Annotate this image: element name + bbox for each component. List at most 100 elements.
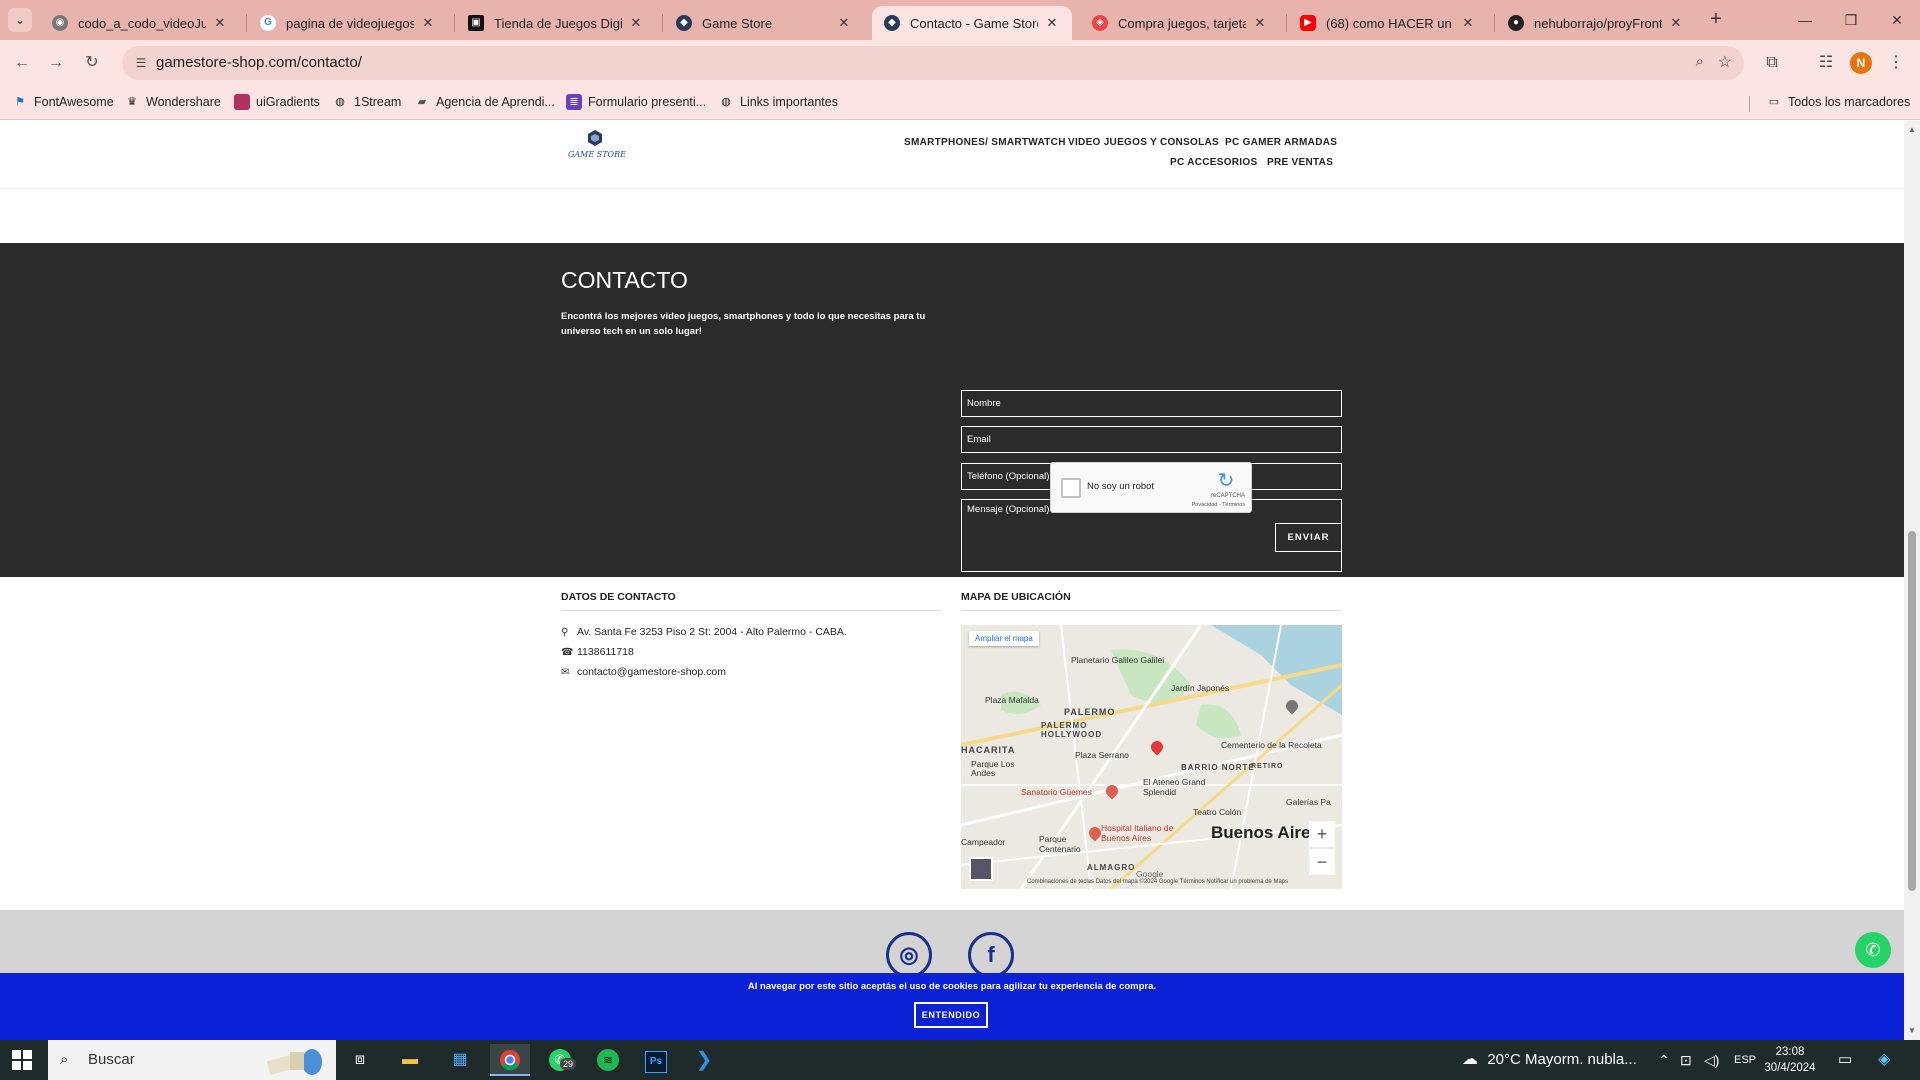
bookmark-fontawesome[interactable]: ⚑ FontAwesome	[12, 94, 114, 110]
satellite-toggle[interactable]	[969, 857, 993, 881]
name-field[interactable]: Nombre	[961, 390, 1342, 417]
close-icon[interactable]: ✕	[1668, 15, 1684, 31]
cookie-accept-button[interactable]: ENTENDIDO	[914, 1002, 988, 1028]
contact-description: Encontrá los mejores video juegos, smart…	[561, 311, 926, 337]
close-icon[interactable]: ✕	[836, 15, 852, 31]
new-tab-button[interactable]: +	[1704, 8, 1728, 32]
media-icon[interactable]: ☷	[1814, 51, 1838, 75]
gamestore-logo[interactable]: GAME STORE	[562, 129, 632, 163]
page-scrollbar[interactable]: ▲ ▼	[1904, 121, 1920, 1040]
bookmark-1stream[interactable]: ◍ 1Stream	[332, 94, 401, 110]
close-icon[interactable]: ✕	[1460, 15, 1476, 31]
scroll-up-icon[interactable]: ▲	[1908, 125, 1916, 134]
bookmark-uigradients[interactable]: uiGradients	[234, 94, 320, 110]
expand-map-link[interactable]: Ampliar el mapa	[969, 631, 1039, 646]
captcha-terms[interactable]: Privacidad - Términos	[1192, 502, 1245, 508]
close-icon[interactable]: ✕	[1044, 15, 1060, 31]
spotify-icon[interactable]: ≋	[588, 1044, 628, 1076]
whatsapp-icon[interactable]: ✆	[1855, 932, 1891, 968]
tab-1[interactable]: ◉ codo_a_codo_videoJuego ✕	[40, 6, 240, 40]
menu-icon[interactable]: ⋮	[1884, 51, 1908, 75]
bookmark-links[interactable]: ◍ Links importantes	[718, 94, 838, 110]
all-bookmarks[interactable]: ▭ Todos los marcadores	[1766, 94, 1910, 110]
clock[interactable]: 23:08 30/4/2024	[1752, 1044, 1828, 1076]
bookmark-wondershare[interactable]: ♛ Wondershare	[124, 94, 221, 110]
tab-6[interactable]: ◈ Compra juegos, tarjetas d ✕	[1080, 6, 1280, 40]
weather-widget[interactable]: ☁ 20°C Mayorm. nubla...	[1462, 1040, 1637, 1080]
address-bar[interactable]: ☰ gamestore-shop.com/contacto/ ⌕ ☆	[122, 46, 1744, 80]
contact-data-title: DATOS DE CONTACTO	[561, 591, 676, 603]
google-map[interactable]: Ampliar el mapa Planetario Galileo Galil…	[961, 625, 1342, 889]
captcha-checkbox[interactable]	[1061, 478, 1081, 498]
browser-toolbar: ← → ↻ ☰ gamestore-shop.com/contacto/ ⌕ ☆…	[0, 40, 1920, 86]
zoom-icon[interactable]: ⌕	[1696, 53, 1704, 70]
volume-icon[interactable]: ◁)	[1704, 1040, 1719, 1080]
nav-pre-ventas[interactable]: PRE VENTAS	[1267, 157, 1333, 168]
whatsapp-app-icon[interactable]: ✆ 29	[540, 1044, 580, 1076]
envelope-icon: ✉	[561, 666, 570, 678]
reload-icon[interactable]: ↻	[80, 51, 104, 75]
address-text: Av. Santa Fe 3253 Piso 2 St: 2004 - Alto…	[577, 626, 847, 638]
tab-title: pagina de videojuegos - E	[286, 15, 414, 31]
bookmark-formulario[interactable]: ≣ Formulario presenti...	[566, 94, 706, 110]
close-icon[interactable]: ✕	[1252, 15, 1268, 31]
profile-avatar[interactable]: N	[1850, 52, 1872, 74]
url-text[interactable]: gamestore-shop.com/contacto/	[156, 54, 362, 71]
vscode-icon[interactable]: ❯	[684, 1044, 724, 1076]
chevron-up-icon[interactable]: ⌃	[1658, 1040, 1670, 1080]
nav-pc-accesorios[interactable]: PC ACCESORIOS	[1170, 157, 1257, 168]
nav-smartphones[interactable]: SMARTPHONES/ SMARTWATCH	[904, 137, 1066, 148]
chrome-icon[interactable]	[490, 1044, 530, 1076]
tab-search-icon[interactable]: ⌄	[8, 8, 32, 32]
extensions-icon[interactable]: ⧉	[1760, 51, 1784, 75]
notification-badge: 29	[560, 1058, 577, 1070]
contact-section: CONTACTO Encontrá los mejores video jueg…	[0, 243, 1904, 577]
tab-3[interactable]: ▣ Tienda de Juegos Digitale ✕	[456, 6, 656, 40]
scroll-down-icon[interactable]: ▼	[1908, 1026, 1916, 1035]
window-close-icon[interactable]: ✕	[1874, 0, 1920, 40]
email-field[interactable]: Email	[961, 426, 1342, 453]
gradient-icon	[234, 94, 250, 110]
tab-8[interactable]: ● nehuborrajo/proyFront: p ✕	[1496, 6, 1696, 40]
close-icon[interactable]: ✕	[628, 15, 644, 31]
bookmark-star-icon[interactable]: ☆	[1718, 52, 1732, 72]
tab-4[interactable]: ◆ Game Store ✕	[664, 6, 864, 40]
date-text: 30/4/2024	[1764, 1062, 1816, 1074]
taskbar-search[interactable]: ⌕ Buscar	[48, 1040, 336, 1080]
map-label: Cementerio de la Recoleta	[1221, 740, 1322, 750]
windows-start-icon[interactable]	[12, 1050, 32, 1070]
restore-icon[interactable]: ❐	[1828, 0, 1874, 40]
scroll-thumb[interactable]	[1908, 531, 1916, 891]
map-label: Campeador	[961, 837, 1006, 847]
tab-title: codo_a_codo_videoJuego	[78, 15, 206, 31]
task-view-icon[interactable]: ⧈	[340, 1044, 380, 1076]
close-icon[interactable]: ✕	[212, 15, 228, 31]
site-info-icon[interactable]: ☰	[132, 54, 150, 72]
file-explorer-icon[interactable]: ▬	[390, 1044, 430, 1076]
network-icon[interactable]: ⊡	[1680, 1040, 1692, 1080]
forward-icon[interactable]: →	[44, 51, 68, 75]
tab-2[interactable]: G pagina de videojuegos - E ✕	[248, 6, 448, 40]
facebook-icon[interactable]: f	[968, 932, 1014, 978]
nav-videojuegos[interactable]: VIDEO JUEGOS Y CONSOLAS	[1068, 137, 1219, 148]
close-icon[interactable]: ✕	[420, 15, 436, 31]
tab-7[interactable]: ▶ (68) como HACER un CAF ✕	[1288, 6, 1488, 40]
map-marker-icon: ⚲	[561, 626, 569, 638]
send-button[interactable]: ENVIAR	[1275, 523, 1342, 552]
notifications-icon[interactable]: ▭	[1838, 1040, 1852, 1080]
tab-5-active[interactable]: ◆ Contacto - Game Store ✕	[872, 6, 1072, 40]
bookmark-agencia[interactable]: ▰ Agencia de Aprendi...	[414, 94, 555, 110]
copilot-icon[interactable]: ◈	[1878, 1040, 1890, 1080]
nav-pc-gamer[interactable]: PC GAMER ARMADAS	[1225, 137, 1337, 148]
photoshop-icon[interactable]: Ps	[636, 1044, 676, 1076]
address-line: ⚲ Av. Santa Fe 3253 Piso 2 St: 2004 - Al…	[561, 626, 847, 638]
zoom-out-button[interactable]: −	[1309, 849, 1335, 875]
github-icon: ●	[1508, 15, 1524, 31]
flag-icon: ⚑	[15, 96, 25, 108]
store-icon[interactable]: ▦	[440, 1044, 480, 1076]
instagram-icon[interactable]: ◎	[886, 932, 932, 978]
back-icon[interactable]: ←	[10, 51, 34, 75]
zoom-in-button[interactable]: +	[1309, 821, 1335, 847]
minimize-icon[interactable]: —	[1782, 0, 1828, 40]
email-text[interactable]: contacto@gamestore-shop.com	[577, 666, 726, 678]
